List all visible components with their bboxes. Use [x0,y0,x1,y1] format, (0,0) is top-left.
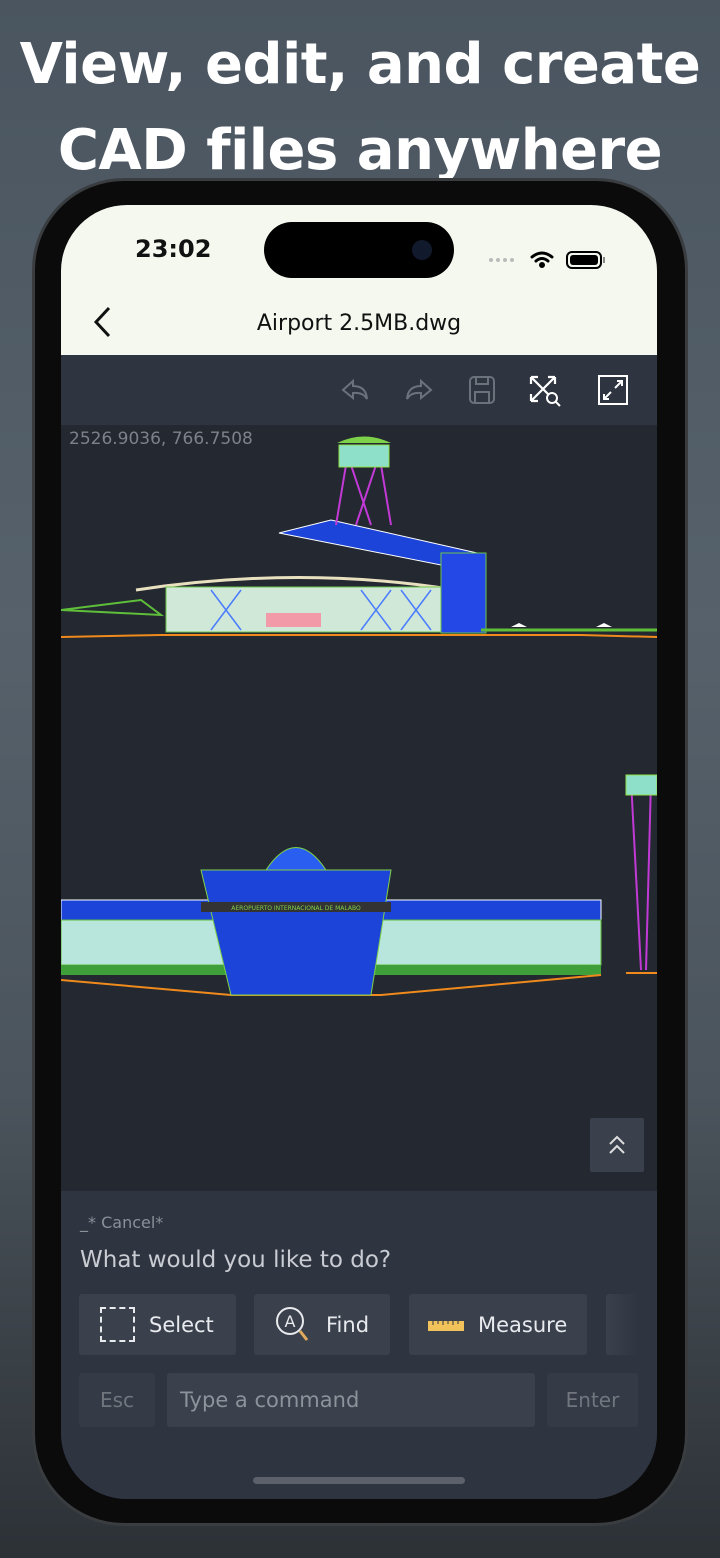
measure-button[interactable]: Measure [409,1294,587,1355]
find-label: Find [326,1312,370,1337]
command-input[interactable]: Type a command [167,1373,535,1427]
status-icons [489,251,605,269]
signal-icon [489,258,514,262]
headline-line-1: View, edit, and create [19,32,701,97]
home-indicator [253,1477,465,1484]
dashed-select-icon [100,1307,135,1342]
status-bar: 23:02 Airport 2.5MB.dwg [61,205,657,355]
fullscreen-icon[interactable] [596,373,630,407]
phone-screen: 23:02 Airport 2.5MB.dwg 2526.9036, 766.7… [61,205,657,1499]
find-icon: A [276,1306,309,1341]
toolbar [61,355,657,425]
select-label: Select [149,1312,214,1337]
command-panel: _* Cancel* What would you like to do? Se… [61,1191,657,1499]
command-prompt: What would you like to do? [80,1247,392,1273]
terminal-elevation-1 [61,436,657,638]
scroll-up-button[interactable] [590,1118,644,1172]
status-time: 23:02 [135,235,212,263]
cad-canvas[interactable]: 2526.9036, 766.7508 AEROPUERTO INTERNACI… [61,425,657,1191]
enter-button[interactable]: Enter [547,1373,638,1427]
more-actions-button[interactable] [606,1294,639,1355]
wifi-icon [530,251,554,268]
cad-drawing: AEROPUERTO INTERNACIONAL DE MALABO [61,436,657,996]
file-title: Airport 2.5MB.dwg [256,311,462,336]
terminal-elevation-2: AEROPUERTO INTERNACIONAL DE MALABO [61,774,657,996]
undo-icon[interactable] [339,373,373,407]
last-command: _* Cancel* [80,1213,164,1232]
esc-button[interactable]: Esc [79,1373,155,1427]
zoom-extents-icon[interactable] [527,373,561,407]
camera-icon [412,240,432,260]
chevrons-up-icon [609,1135,625,1154]
drawing-sign: AEROPUERTO INTERNACIONAL DE MALABO [231,905,361,912]
select-button[interactable]: Select [79,1294,236,1355]
battery-icon [566,251,605,269]
dynamic-island [264,222,454,278]
ruler-icon [428,1320,464,1331]
redo-icon[interactable] [401,373,435,407]
measure-label: Measure [478,1312,568,1337]
svg-text:A: A [285,1312,296,1331]
save-icon[interactable] [465,373,499,407]
headline: View, edit, and create CAD files anywher… [0,22,720,194]
find-button[interactable]: A Find [254,1294,390,1355]
